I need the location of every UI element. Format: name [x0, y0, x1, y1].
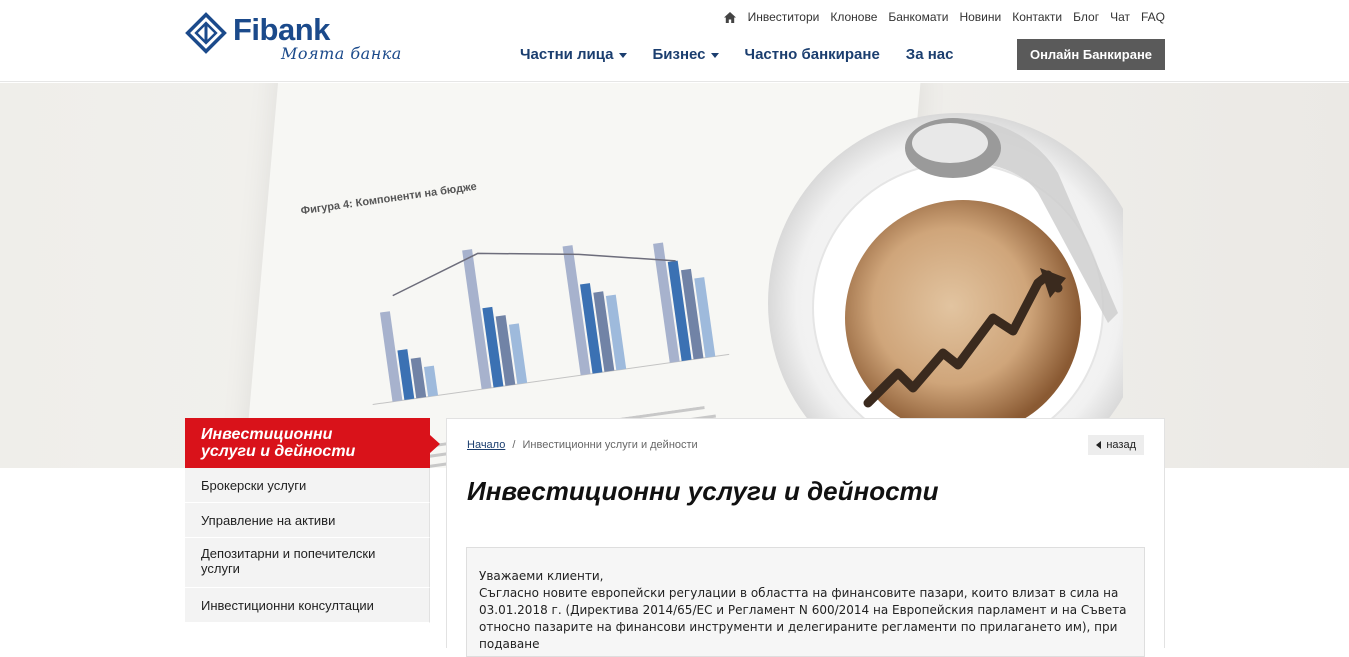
back-button-label: назад	[1106, 439, 1136, 451]
coffee-cup-image	[768, 113, 1123, 468]
notice-line: 03.01.2018 г. (Директива 2014/65/ЕС и Ре…	[479, 603, 1127, 617]
notice-line: относно пазарите на финансови инструмент…	[479, 620, 1118, 651]
nav-private-banking-label: Частно банкиране	[744, 46, 880, 63]
nav-business[interactable]: Бизнес	[653, 46, 719, 63]
online-banking-button[interactable]: Онлайн Банкиране	[1017, 39, 1165, 70]
notice-line: Уважаеми клиенти,	[479, 569, 604, 583]
nav-private-banking[interactable]: Частно банкиране	[745, 46, 880, 63]
sidebar-title: Инвестиционни услуги и дейности	[185, 418, 440, 468]
back-button[interactable]: назад	[1088, 435, 1144, 455]
sidebar-title-line2: услуги и дейности	[201, 443, 356, 460]
breadcrumb-current: Инвестиционни услуги и дейности	[522, 439, 698, 451]
topnav-branches[interactable]: Клонове	[830, 10, 877, 24]
nav-about-us-label: За нас	[905, 46, 954, 63]
fibank-logo[interactable]: Fibank Моята банка	[185, 10, 425, 68]
sidebar-item-brokerage[interactable]: Брокерски услуги	[185, 468, 430, 503]
hero-chart-bars	[379, 242, 716, 402]
sidebar-item-custody[interactable]: Депозитарни и попечителски услуги	[185, 538, 430, 588]
topnav-news[interactable]: Новини	[959, 10, 1001, 24]
hero-chart-graphic	[372, 242, 730, 405]
top-navigation: Инвеститори Клонове Банкомати Новини Кон…	[723, 10, 1165, 24]
nav-private-individuals[interactable]: Частни лица	[520, 46, 627, 63]
sidebar-title-line1: Инвестиционни	[201, 426, 333, 443]
chevron-down-icon	[710, 53, 719, 58]
page-title: Инвестиционни услуги и дейности	[467, 476, 939, 506]
topnav-blog[interactable]: Блог	[1073, 10, 1099, 24]
notice-box: Уважаеми клиенти, Съгласно новите европе…	[466, 547, 1145, 657]
logo-slogan: Моята банка	[281, 44, 402, 63]
hero-chart-line	[392, 252, 676, 297]
topnav-chat[interactable]: Чат	[1110, 10, 1130, 24]
nav-private-individuals-label: Частни лица	[520, 46, 614, 63]
breadcrumb-separator: /	[512, 439, 516, 451]
sidebar: Инвестиционни услуги и дейности Брокерск…	[185, 418, 440, 623]
nav-business-label: Бизнес	[652, 46, 706, 63]
sidebar-item-consulting[interactable]: Инвестиционни консултации	[185, 588, 430, 623]
chevron-down-icon	[618, 53, 627, 58]
sidebar-item-asset-management[interactable]: Управление на активи	[185, 503, 430, 538]
main-navigation: Частни лица Бизнес Частно банкиране За н…	[520, 39, 979, 70]
main-content: Начало / Инвестиционни услуги и дейности…	[446, 418, 1165, 657]
topnav-contacts[interactable]: Контакти	[1012, 10, 1062, 24]
topnav-faq[interactable]: FAQ	[1141, 10, 1165, 24]
breadcrumb: Начало / Инвестиционни услуги и дейности	[467, 439, 698, 451]
topnav-investors[interactable]: Инвеститори	[748, 10, 820, 24]
logo-brand-text: Fibank	[233, 12, 330, 47]
fibank-logo-icon	[185, 12, 227, 54]
nav-about-us[interactable]: За нас	[906, 46, 954, 63]
topnav-atms[interactable]: Банкомати	[888, 10, 948, 24]
notice-line: Съгласно новите европейски регулации в о…	[479, 586, 1119, 600]
site-header: Fibank Моята банка Инвеститори Клонове Б…	[0, 0, 1349, 82]
home-icon[interactable]	[723, 11, 737, 24]
breadcrumb-home-link[interactable]: Начало	[467, 439, 505, 451]
back-arrow-icon	[1096, 441, 1102, 449]
hero-banner: Фигура 4: Компоненти на бюдже	[0, 83, 1349, 468]
